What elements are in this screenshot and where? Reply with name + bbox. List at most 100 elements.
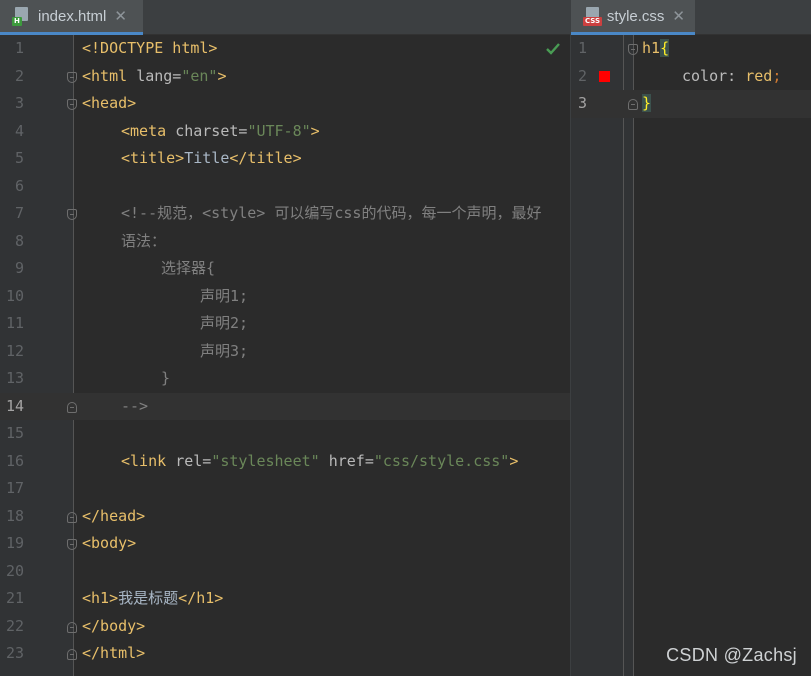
fold-open-icon[interactable] [67, 209, 77, 220]
code-line[interactable]: 2 <html lang="en"> [0, 63, 570, 91]
html-file-icon: H [12, 6, 32, 26]
code-text: <h1>我是标题</h1> [82, 589, 224, 607]
fold-close-icon[interactable] [67, 511, 77, 523]
fold-close-icon[interactable] [67, 621, 77, 633]
right-tab-bar: CSS style.css ✕ [571, 0, 811, 35]
line-number: 11 [5, 314, 24, 332]
line-number: 13 [5, 369, 24, 387]
line-number: 12 [5, 341, 24, 360]
line-number: 20 [5, 561, 24, 580]
line-number: 8 [14, 231, 24, 250]
css-code-editor[interactable]: 1 h1{ 2 color: red; 3 } [571, 35, 811, 676]
line-number: 2 [14, 66, 24, 85]
code-line[interactable]: 2 color: red; [571, 63, 811, 91]
code-text: <head> [82, 94, 137, 112]
close-icon[interactable]: ✕ [114, 0, 127, 34]
code-line[interactable]: 4 <meta charset="UTF-8"> [0, 118, 570, 146]
line-number: 18 [5, 506, 24, 525]
comment-text: 选择器{ [161, 259, 216, 277]
line-number: 22 [5, 616, 24, 635]
comment-text: 声明2; [200, 314, 249, 332]
fold-open-icon[interactable] [67, 539, 77, 550]
code-line[interactable]: 1 h1{ [571, 35, 811, 63]
fold-close-icon[interactable] [67, 649, 77, 660]
code-line[interactable]: 12 声明3; [0, 338, 570, 366]
comment-text: --> [121, 396, 149, 415]
code-line[interactable]: 1 <!DOCTYPE html> [0, 35, 570, 63]
code-text: <title>Title</title> [121, 149, 302, 167]
line-number: 6 [14, 176, 24, 195]
code-text: <link rel="stylesheet" href="css/style.c… [121, 451, 519, 470]
fold-open-icon[interactable] [67, 71, 77, 83]
code-line[interactable]: 21 <h1>我是标题</h1> [0, 585, 570, 613]
line-number: 5 [14, 149, 24, 167]
line-number: 1 [577, 39, 587, 57]
fold-open-icon[interactable] [67, 99, 77, 110]
close-icon[interactable]: ✕ [672, 0, 685, 34]
code-text: h1{ [642, 39, 670, 57]
code-line-current[interactable]: 14 --> [0, 392, 570, 420]
check-icon [546, 43, 560, 55]
code-line[interactable]: 19 <body> [0, 530, 570, 558]
code-line[interactable]: 17 [0, 475, 570, 503]
left-tab-bar: H index.html ✕ [0, 0, 570, 35]
code-text: <html lang="en"> [82, 66, 227, 85]
code-line[interactable]: 8 语法： [0, 228, 570, 256]
left-editor-pane: H index.html ✕ 1 <!DOCTYPE html> 2 <html… [0, 0, 570, 676]
tab-label: index.html [38, 7, 107, 25]
code-line[interactable]: 13 } [0, 365, 570, 393]
code-text: <meta charset="UTF-8"> [121, 121, 320, 140]
line-number: 19 [5, 534, 24, 552]
code-line[interactable]: 16 <link rel="stylesheet" href="css/styl… [0, 448, 570, 476]
code-line[interactable]: 9 选择器{ [0, 255, 570, 283]
html-code-editor[interactable]: 1 <!DOCTYPE html> 2 <html lang="en"> 3 <… [0, 35, 570, 676]
code-line[interactable]: 7 <!--规范，<style> 可以编写css的代码，每一个声明，最好 [0, 200, 570, 228]
code-text: color: red; [682, 66, 782, 85]
tab-label: style.css [606, 7, 665, 25]
line-number: 1 [14, 39, 24, 57]
line-number: 17 [5, 479, 24, 497]
code-line[interactable]: 3 <head> [0, 90, 570, 118]
line-number: 14 [5, 396, 24, 415]
line-number: 15 [5, 424, 24, 442]
comment-text: 声明1; [200, 286, 249, 305]
code-line[interactable]: 22 </body> [0, 613, 570, 641]
code-line[interactable]: 18 </head> [0, 503, 570, 531]
fold-open-icon[interactable] [628, 44, 638, 55]
line-number: 3 [577, 94, 587, 112]
line-number: 10 [5, 286, 24, 305]
fold-close-icon[interactable] [628, 99, 638, 110]
line-number: 3 [14, 94, 24, 112]
line-number: 4 [14, 121, 24, 140]
code-line[interactable]: 10 声明1; [0, 283, 570, 311]
code-line[interactable]: 5 <title>Title</title> [0, 145, 570, 173]
line-number: 2 [577, 66, 587, 85]
fold-close-icon[interactable] [67, 401, 77, 413]
code-line[interactable]: 11 声明2; [0, 310, 570, 338]
color-swatch[interactable] [599, 70, 610, 82]
watermark: CSDN @Zachsj [666, 645, 797, 665]
code-line-current[interactable]: 3 } [571, 90, 811, 118]
code-text: </head> [82, 506, 146, 525]
line-number: 21 [5, 589, 24, 607]
right-editor-pane: CSS style.css ✕ 1 h1{ 2 color: red; 3 } [571, 0, 811, 676]
code-text: } [642, 94, 652, 112]
code-line[interactable]: 20 [0, 558, 570, 586]
code-line[interactable]: 23 </html> [0, 640, 570, 668]
code-line[interactable]: 6 [0, 173, 570, 201]
code-line[interactable]: 15 [0, 420, 570, 448]
code-text: </html> [82, 644, 146, 662]
code-text: <body> [82, 534, 137, 552]
line-number: 7 [14, 204, 24, 222]
comment-text: 声明3; [200, 341, 249, 360]
tab-style-css[interactable]: CSS style.css ✕ [571, 0, 695, 35]
code-text: <!DOCTYPE html> [82, 39, 218, 57]
tab-index-html[interactable]: H index.html ✕ [0, 0, 143, 35]
comment-text: <!--规范，<style> 可以编写css的代码，每一个声明，最好 [121, 204, 542, 222]
comment-text: } [161, 369, 171, 387]
code-text: </body> [82, 616, 146, 635]
line-number: 23 [5, 644, 24, 662]
line-number: 16 [5, 451, 24, 470]
css-file-icon: CSS [583, 6, 603, 26]
comment-text: 语法： [121, 231, 167, 250]
